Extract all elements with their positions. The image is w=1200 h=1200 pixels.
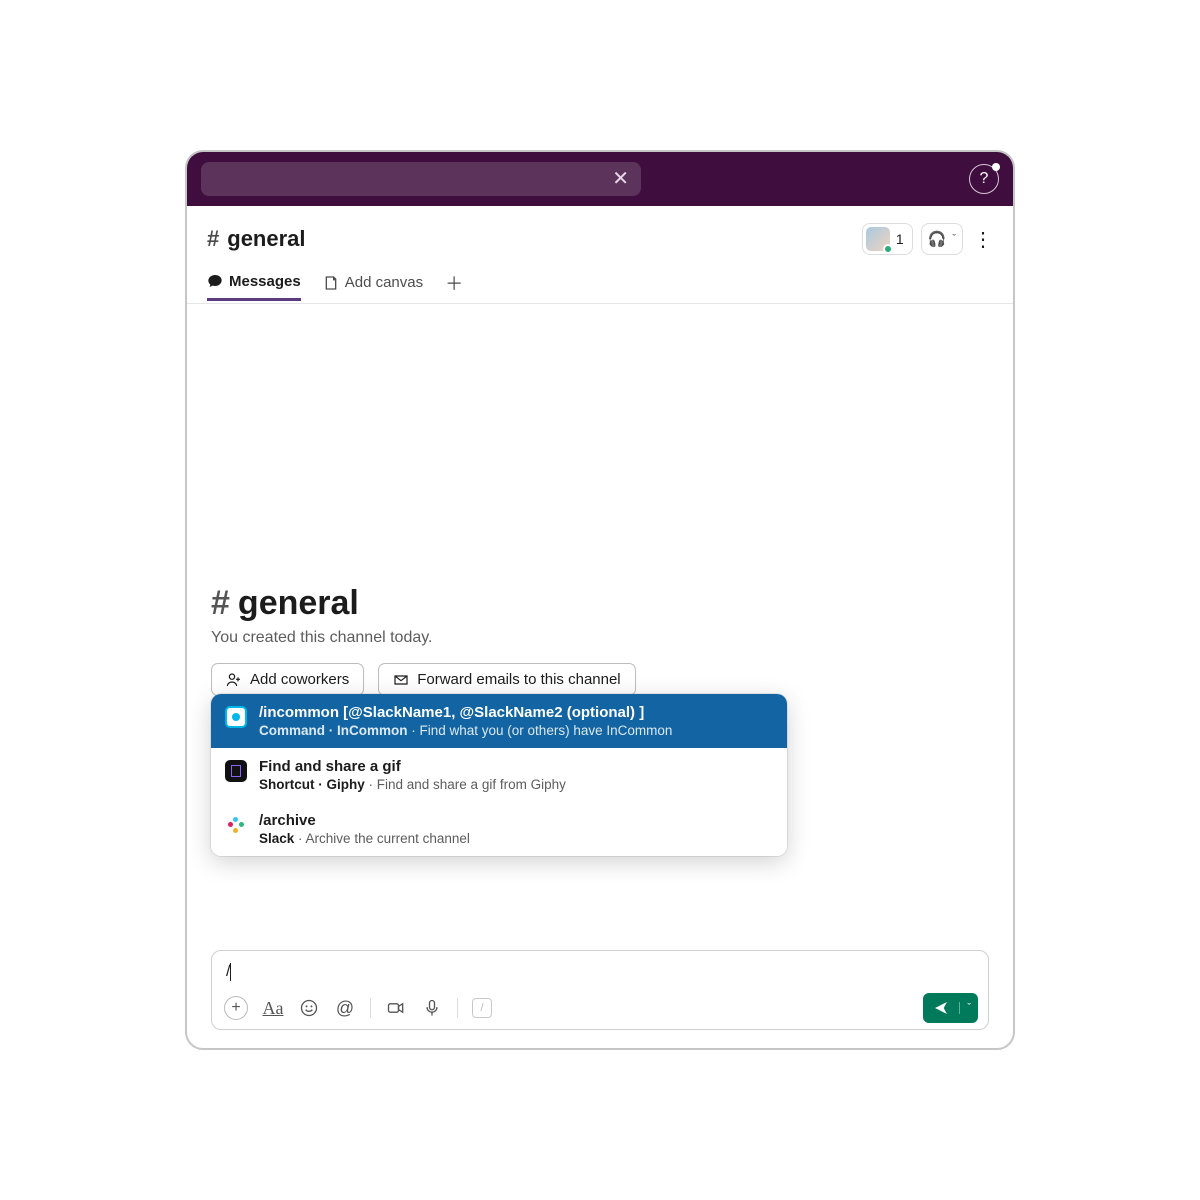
intro-actions: Add coworkers Forward emails to this cha…	[211, 663, 989, 696]
audio-button[interactable]	[421, 997, 443, 1019]
channel-tabs: Messages Add canvas ＋	[187, 262, 1013, 304]
chevron-down-icon: ˇ	[967, 1002, 971, 1014]
intro-subtitle: You created this channel today.	[211, 629, 989, 647]
hash-icon: #	[211, 584, 230, 623]
avatar	[866, 227, 890, 251]
send-icon	[933, 1000, 949, 1016]
send-button[interactable]: ˇ	[923, 993, 978, 1023]
hash-icon: #	[207, 226, 219, 252]
slack-app-icon	[225, 814, 247, 836]
mention-button[interactable]: @	[334, 997, 356, 1019]
canvas-icon	[323, 275, 339, 291]
giphy-app-icon	[225, 760, 247, 782]
command-item-archive[interactable]: /archive Slack · Archive the current cha…	[211, 802, 787, 856]
member-count-button[interactable]: 1	[862, 223, 913, 255]
intro-title: # general	[211, 584, 989, 623]
send-options-button[interactable]: ˇ	[959, 1002, 978, 1014]
clear-search-icon[interactable]: ✕	[612, 169, 629, 189]
email-icon	[393, 672, 409, 688]
attach-button[interactable]: +	[224, 996, 248, 1020]
person-add-icon	[226, 672, 242, 688]
toolbar-divider	[370, 998, 371, 1018]
emoji-button[interactable]	[298, 997, 320, 1019]
emoji-icon	[299, 998, 319, 1018]
messages-icon	[207, 273, 223, 289]
forward-emails-button[interactable]: Forward emails to this channel	[378, 663, 635, 696]
command-subtitle: Slack · Archive the current channel	[259, 831, 470, 846]
command-item-giphy[interactable]: Find and share a gif Shortcut · Giphy · …	[211, 748, 787, 802]
tab-add-canvas-label: Add canvas	[345, 274, 423, 291]
channel-header: # general 1 ˇ ⋮	[187, 206, 1013, 262]
app-window: ✕ ? # general 1 ˇ ⋮ Messages	[185, 150, 1015, 1050]
tab-add-canvas[interactable]: Add canvas	[323, 266, 423, 299]
search-input[interactable]: ✕	[201, 162, 641, 196]
incommon-app-icon	[225, 706, 247, 728]
add-tab-button[interactable]: ＋	[445, 270, 463, 296]
channel-title[interactable]: # general	[207, 226, 306, 252]
command-subtitle: Shortcut · Giphy · Find and share a gif …	[259, 777, 566, 792]
headphones-icon	[928, 230, 947, 249]
shortcuts-button[interactable]: /	[472, 998, 492, 1018]
presence-active-icon	[883, 244, 893, 254]
intro-channel-name: general	[238, 584, 359, 623]
add-coworkers-label: Add coworkers	[250, 671, 349, 688]
formatting-button[interactable]: Aa	[262, 997, 284, 1019]
tab-messages-label: Messages	[229, 273, 301, 290]
question-icon: ?	[980, 170, 989, 188]
top-bar: ✕ ?	[187, 152, 1013, 206]
command-subtitle: Command · InCommon · Find what you (or o…	[259, 723, 672, 738]
channel-intro: # general You created this channel today…	[211, 584, 989, 696]
help-notification-dot	[992, 163, 1000, 171]
composer-toolbar: + Aa @ /	[224, 987, 978, 1023]
channel-main: # general You created this channel today…	[187, 304, 1013, 950]
command-title: /archive	[259, 812, 470, 829]
command-item-incommon[interactable]: /incommon [@SlackName1, @SlackName2 (opt…	[211, 694, 787, 748]
help-button[interactable]: ?	[969, 164, 999, 194]
chevron-down-icon: ˇ	[952, 233, 956, 245]
toolbar-divider	[457, 998, 458, 1018]
add-coworkers-button[interactable]: Add coworkers	[211, 663, 364, 696]
forward-emails-label: Forward emails to this channel	[417, 671, 620, 688]
command-title: Find and share a gif	[259, 758, 566, 775]
slash-command-menu: /incommon [@SlackName1, @SlackName2 (opt…	[211, 694, 787, 856]
huddle-button[interactable]: ˇ	[921, 223, 963, 255]
message-input[interactable]: /	[224, 959, 978, 987]
member-count: 1	[896, 231, 904, 247]
command-title: /incommon [@SlackName1, @SlackName2 (opt…	[259, 704, 672, 721]
video-button[interactable]	[385, 997, 407, 1019]
channel-name: general	[227, 226, 305, 252]
video-icon	[386, 998, 406, 1018]
more-actions-button[interactable]: ⋮	[973, 227, 993, 252]
message-composer[interactable]: / + Aa @ /	[211, 950, 989, 1030]
microphone-icon	[422, 998, 442, 1018]
composer-area: / + Aa @ /	[187, 950, 1013, 1048]
tab-messages[interactable]: Messages	[207, 265, 301, 301]
